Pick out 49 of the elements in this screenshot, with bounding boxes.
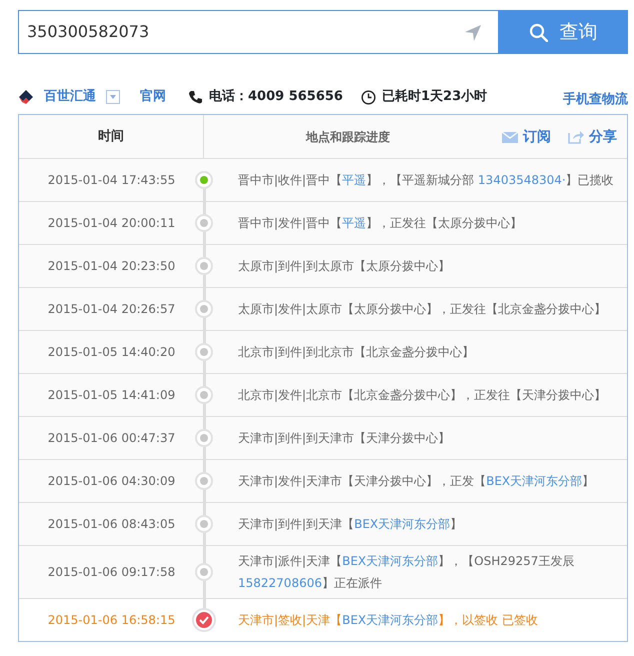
event-description: 天津市|签收|天津【BEX天津河东分部】，以签收 已签收: [238, 612, 538, 629]
search-icon: [528, 22, 548, 42]
event-description: 天津市|到件|到天津【BEX天津河东分部】: [238, 516, 462, 533]
event-time: 2015-01-05 14:40:20: [46, 344, 176, 361]
elapsed-time: 已耗时1天23小时: [382, 88, 488, 106]
event-time: 2015-01-04 17:43:55: [46, 172, 176, 189]
link[interactable]: 平遥: [342, 173, 366, 187]
event-time: 2015-01-06 16:58:15: [46, 612, 176, 629]
company-link[interactable]: 百世汇通: [44, 87, 96, 107]
event-description: 天津市|到件|到天津市【天津分拨中心】: [238, 430, 450, 447]
link[interactable]: BEX天津河东分部: [342, 613, 438, 627]
subscribe-link[interactable]: 订阅: [501, 126, 551, 148]
link[interactable]: BEX天津河东分部: [486, 474, 582, 488]
event-description: 晋中市|发件|晋中【平遥】，正发往【太原分拨中心】: [238, 215, 522, 232]
event-description: 晋中市|收件|晋中【平遥】，【平遥新城分部 13403548304·】已揽收: [238, 172, 614, 189]
company-logo-icon: [18, 89, 34, 105]
column-header: 地点和跟踪进度: [306, 128, 390, 146]
event-time: 2015-01-04 20:23:50: [46, 258, 176, 275]
clock-icon: [360, 90, 376, 104]
event-time: 2015-01-05 14:41:09: [46, 387, 176, 404]
link[interactable]: 13403548304·: [478, 173, 566, 187]
event-time: 2015-01-04 20:26:57: [46, 301, 176, 318]
search-field[interactable]: 350300582073: [18, 10, 498, 54]
event-time: 2015-01-06 04:30:09: [46, 473, 176, 490]
share-icon: [567, 128, 585, 144]
event-time: 2015-01-06 00:47:37: [46, 430, 176, 447]
phone-number: 电话：4009 565656: [209, 88, 343, 106]
event-description: 太原市|发件|太原市【太原分拨中心】，正发往【北京金盏分拨中心】: [238, 301, 606, 318]
link[interactable]: BEX天津河东分部: [354, 517, 450, 531]
event-description: 北京市|到件|到北京市【北京金盏分拨中心】: [238, 344, 474, 361]
event-description: 天津市|发件|天津市【天津分拨中心】，正发【BEX天津河东分部】: [238, 473, 594, 490]
event-description: 太原市|到件|到太原市【太原分拨中心】: [238, 258, 450, 275]
column-header: 时间: [19, 115, 204, 158]
event-description: 北京市|发件|北京市【北京金盏分拨中心】，正发往【天津分拨中心】: [238, 387, 606, 404]
phone-icon: [188, 90, 203, 104]
location-arrow-icon: [464, 23, 482, 41]
website-link[interactable]: 官网: [140, 87, 166, 107]
link[interactable]: 平遥: [342, 216, 366, 230]
dropdown-button[interactable]: [106, 90, 120, 104]
share-link[interactable]: 分享: [567, 126, 617, 148]
search-button[interactable]: 查询: [498, 10, 628, 54]
link[interactable]: 15822708606: [238, 576, 322, 590]
event-time: 2015-01-04 20:00:11: [46, 215, 176, 232]
event-time: 2015-01-06 09:17:58: [46, 564, 176, 581]
event-description: 天津市|派件|天津【BEX天津河东分部】，【OSH29257王发辰 15822708606】正在派件: [238, 553, 576, 592]
caret-icon: [109, 93, 117, 101]
mobile-tracking-link[interactable]: 手机查物流: [563, 84, 628, 110]
event-time: 2015-01-06 08:43:05: [46, 516, 176, 533]
link[interactable]: BEX天津河东分部: [342, 554, 438, 568]
